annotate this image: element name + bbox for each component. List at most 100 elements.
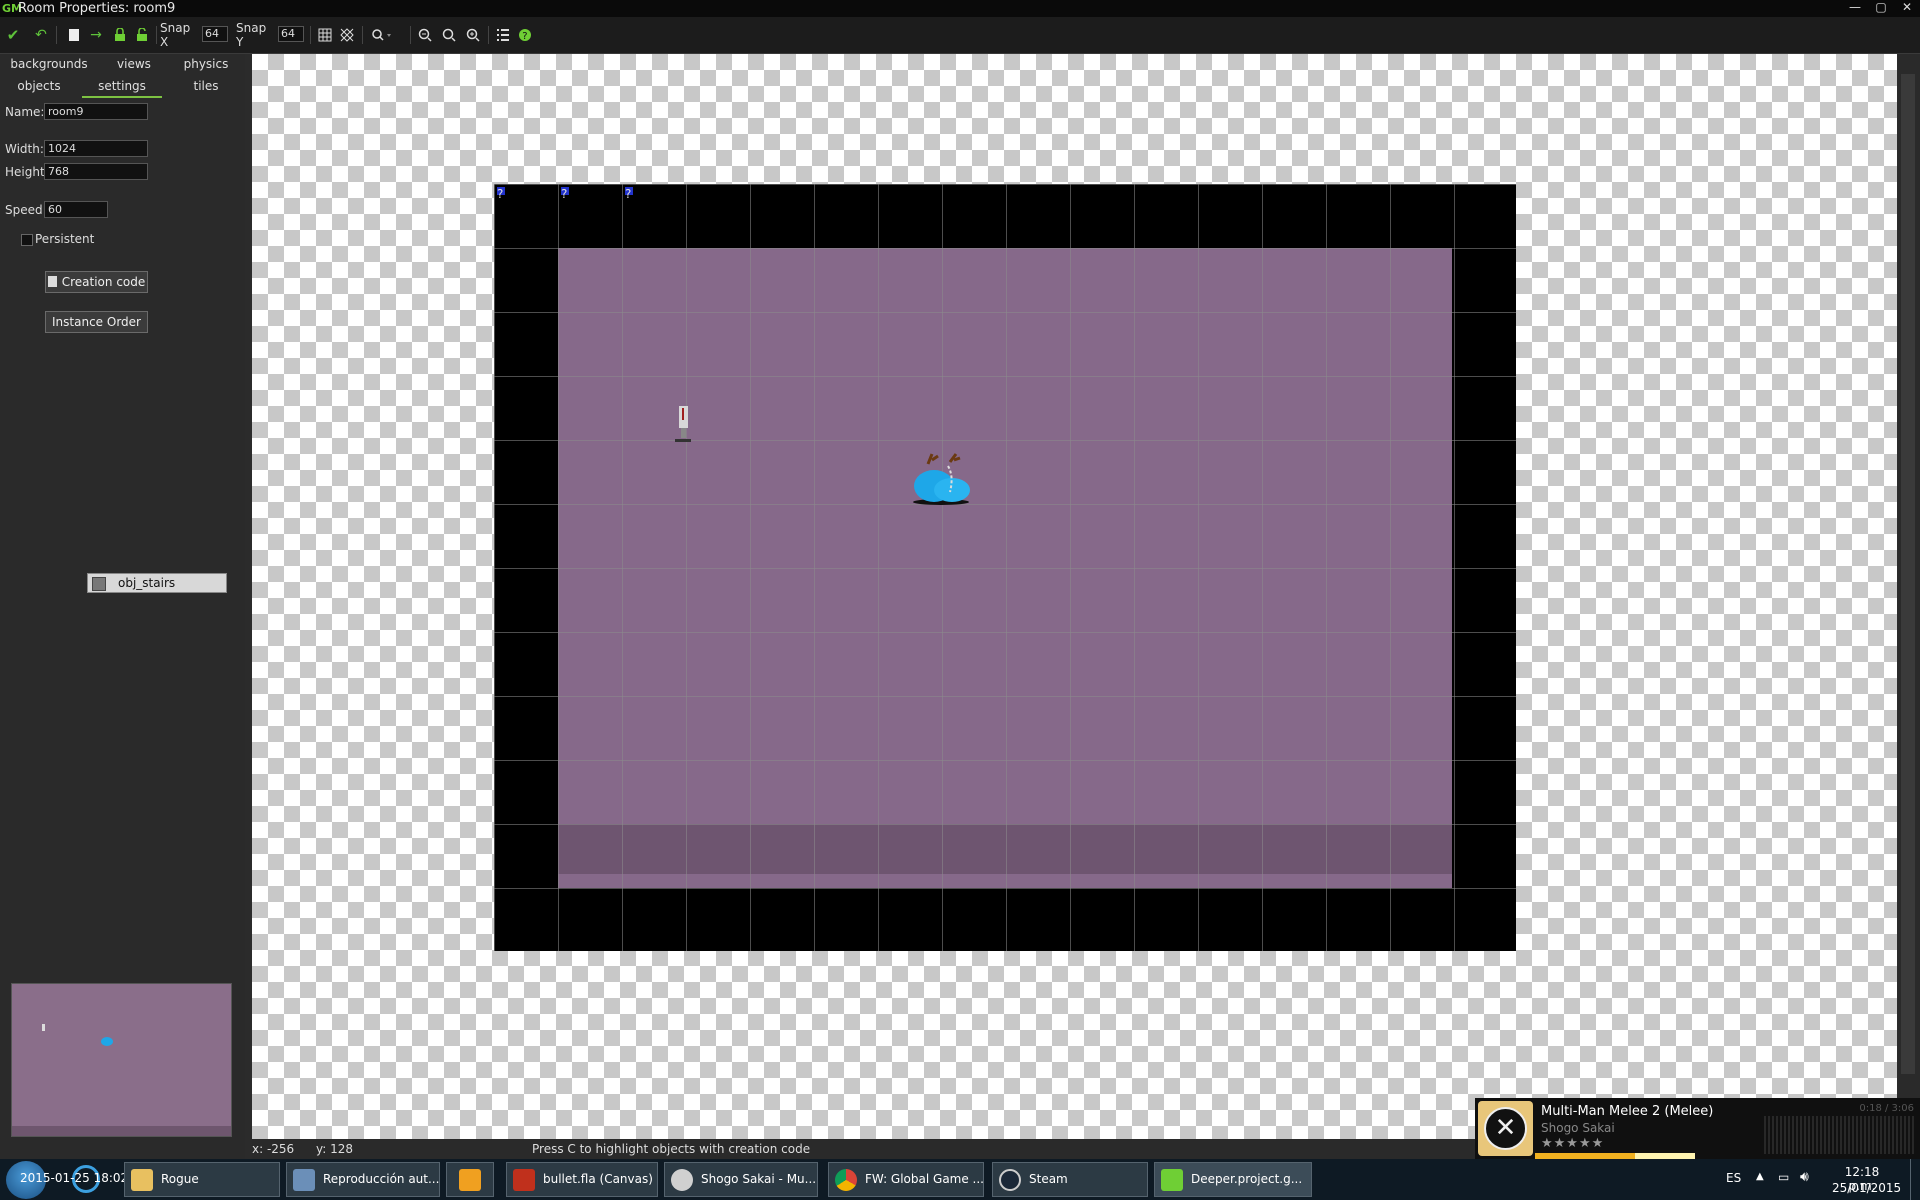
album-art: ✕ (1478, 1101, 1533, 1156)
song-title: Multi-Man Melee 2 (Melee) (1541, 1104, 1714, 1119)
tab-tiles[interactable]: tiles (170, 76, 242, 96)
speed-input[interactable]: 60 (44, 201, 108, 218)
smash-logo-icon: ✕ (1484, 1107, 1527, 1150)
volume-icon[interactable]: 🔊︎ (1800, 1169, 1809, 1185)
folder-icon (131, 1169, 153, 1191)
tab-backgrounds[interactable]: backgrounds (0, 54, 98, 74)
room-grid (494, 184, 1516, 951)
toolbar-separator (310, 26, 311, 44)
toolbar: ✔ ↶ → Snap X 64 Snap Y 64 ? (0, 17, 1920, 54)
taskbar-item-label: Steam (1029, 1172, 1068, 1186)
undo-icon[interactable]: ↶ (32, 26, 50, 44)
player-icon (459, 1169, 481, 1191)
taskbar-item-steam[interactable]: Steam (992, 1162, 1148, 1197)
clock-date[interactable]: 25/01/2015 (1832, 1181, 1901, 1195)
name-label: Name: (5, 105, 45, 119)
height-label: Height: (5, 165, 49, 179)
audio-visualizer (1764, 1116, 1914, 1154)
taskbar-item-music[interactable]: Shogo Sakai - Mu... (664, 1162, 818, 1197)
player-slime-sprite[interactable] (908, 452, 978, 506)
vertical-scrollbar[interactable] (1898, 54, 1920, 1139)
creation-code-label: Creation code (61, 275, 146, 289)
maximize-button[interactable]: ▢ (1868, 0, 1894, 15)
zoom-dropdown-icon[interactable] (370, 26, 394, 44)
taskbar-item-chrome[interactable]: FW: Global Game ... (828, 1162, 984, 1197)
new-file-icon[interactable] (66, 26, 82, 44)
media-notification[interactable]: ✕ Multi-Man Melee 2 (Melee) Shogo Sakai … (1475, 1098, 1920, 1159)
lock-icon[interactable] (112, 26, 128, 44)
confirm-icon[interactable]: ✔ (4, 26, 22, 44)
song-rating[interactable]: ★★★★★ (1541, 1136, 1604, 1151)
taskbar-item-label: Rogue (161, 1172, 199, 1186)
taskbar-item-autoplay[interactable]: Reproducción aut... (286, 1162, 440, 1197)
gamemaker-icon: GM (2, 2, 22, 15)
taskbar-item-label: Shogo Sakai - Mu... (701, 1172, 817, 1186)
song-artist: Shogo Sakai (1541, 1121, 1615, 1135)
list-icon[interactable] (494, 26, 512, 44)
tab-objects[interactable]: objects (0, 76, 78, 96)
toolbar-separator (156, 26, 157, 44)
instance-marker[interactable]: ? (625, 187, 633, 201)
tab-views[interactable]: views (98, 54, 170, 74)
cursor-x: x: -256 (252, 1142, 295, 1156)
width-input[interactable]: 1024 (44, 140, 148, 157)
name-input[interactable]: room9 (44, 103, 148, 120)
grid-icon[interactable] (316, 26, 334, 44)
object-selector-value: obj_stairs (118, 576, 176, 590)
taskbar-item-label: Reproducción aut... (323, 1172, 440, 1186)
instance-marker[interactable]: ? (561, 187, 569, 201)
minimize-button[interactable]: — (1842, 0, 1868, 15)
minimap-player-marker (101, 1037, 113, 1046)
media-icon (293, 1169, 315, 1191)
toolbar-separator (362, 26, 363, 44)
taskbar-item-gamemaker[interactable]: Deeper.project.g... (1154, 1162, 1312, 1197)
object-sprite-icon (92, 577, 106, 591)
tab-physics[interactable]: physics (170, 54, 242, 74)
close-button[interactable]: ✕ (1894, 0, 1920, 15)
toolbar-separator (488, 26, 489, 44)
steam-icon (999, 1169, 1021, 1191)
minimap-stairs-marker (42, 1024, 45, 1031)
show-hidden-icons[interactable]: ▲ (1756, 1171, 1764, 1182)
tab-settings[interactable]: settings (82, 76, 162, 98)
zoom-in-icon[interactable] (464, 26, 482, 44)
zoom-reset-icon[interactable] (440, 26, 458, 44)
taskbar-item-label: bullet.fla (Canvas) (543, 1172, 653, 1186)
snap-y-input[interactable]: 64 (278, 26, 304, 42)
network-icon[interactable]: ▭ (1778, 1170, 1789, 1184)
toolbar-separator (410, 26, 411, 44)
room-minimap[interactable] (11, 983, 232, 1137)
instance-order-button[interactable]: Instance Order (45, 311, 148, 333)
window-title: Room Properties: room9 (18, 1, 176, 16)
minimap-floor (12, 1126, 231, 1136)
instance-marker[interactable]: ? (497, 187, 505, 201)
scrollbar-thumb[interactable] (1901, 74, 1915, 1074)
cursor-y: y: 128 (316, 1142, 353, 1156)
language-indicator[interactable]: ES (1726, 1171, 1741, 1185)
creation-code-button[interactable]: Creation code (45, 271, 148, 293)
taskbar-item-label: Deeper.project.g... (1191, 1172, 1303, 1186)
unlock-icon[interactable] (134, 26, 150, 44)
zoom-out-icon[interactable] (416, 26, 434, 44)
height-input[interactable]: 768 (44, 163, 148, 180)
room-boundary: ? ? ? (494, 184, 1516, 951)
taskbar: 2015-01-25 18:02:0.45 Rogue Reproducción… (0, 1159, 1920, 1200)
persistent-label: Persistent (35, 232, 95, 246)
isometric-grid-icon[interactable] (338, 26, 356, 44)
room-canvas[interactable]: ? ? ? (252, 54, 1897, 1139)
svg-text:?: ? (522, 31, 527, 42)
object-selector[interactable]: obj_stairs (87, 573, 227, 593)
taskbar-item-rogue[interactable]: Rogue (124, 1162, 280, 1197)
shift-icon[interactable]: → (88, 26, 104, 44)
taskbar-item-player[interactable] (446, 1162, 494, 1197)
show-desktop-button[interactable] (1910, 1159, 1920, 1200)
song-time: 0:18 / 3:06 (1859, 1103, 1914, 1114)
music-icon (671, 1169, 693, 1191)
stairs-object-sprite[interactable] (673, 404, 693, 446)
snap-x-input[interactable]: 64 (202, 26, 228, 42)
taskbar-item-flash[interactable]: bullet.fla (Canvas) (506, 1162, 658, 1197)
room-properties-panel: backgrounds views physics objects settin… (0, 54, 245, 1159)
persistent-checkbox[interactable] (21, 234, 33, 246)
help-icon[interactable]: ? (516, 26, 534, 44)
width-label: Width: (5, 142, 44, 156)
